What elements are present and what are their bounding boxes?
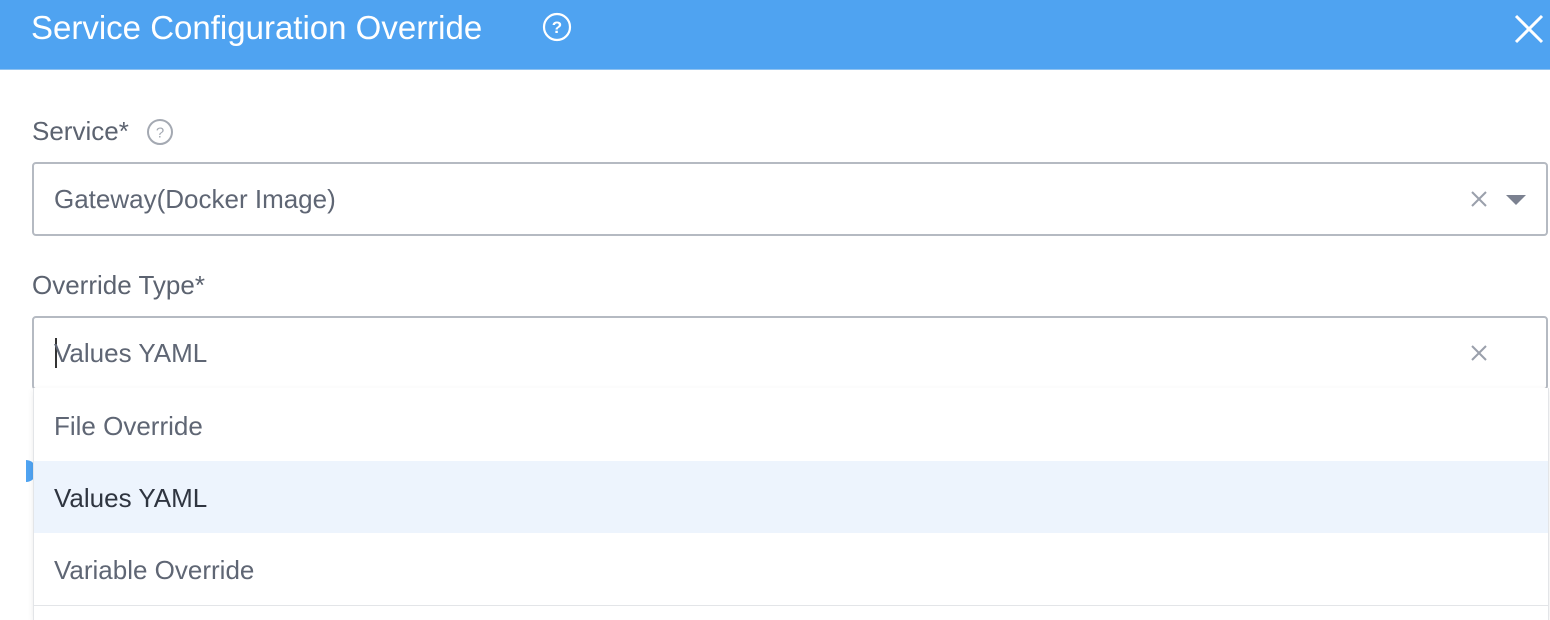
svg-text:?: ? [552,18,562,37]
service-label: Service* [32,116,129,146]
override-type-value[interactable]: Values YAML [54,336,207,370]
override-type-select[interactable]: Values YAML [32,316,1548,390]
clear-x-icon[interactable] [1468,342,1490,364]
menu-divider [34,605,1548,606]
override-type-label: Override Type* [32,270,205,300]
chevron-down-icon[interactable] [1506,195,1526,205]
menu-option-variable-override[interactable]: Variable Override [34,533,1548,605]
menu-option-file-override[interactable]: File Override [34,389,1548,461]
help-icon[interactable]: ? [542,12,572,42]
service-help-icon[interactable]: ? [146,118,174,146]
dialog-header: Service Configuration Override ? [0,0,1550,70]
service-select[interactable]: Gateway(Docker Image) [32,162,1548,236]
close-icon[interactable] [1512,12,1546,46]
override-type-menu: File Override Values YAML Variable Overr… [33,388,1549,620]
svg-text:?: ? [156,125,164,142]
menu-option-values-yaml[interactable]: Values YAML [34,461,1548,533]
service-value: Gateway(Docker Image) [54,184,336,214]
dialog-title: Service Configuration Override [31,9,483,46]
clear-x-icon[interactable] [1468,188,1490,210]
